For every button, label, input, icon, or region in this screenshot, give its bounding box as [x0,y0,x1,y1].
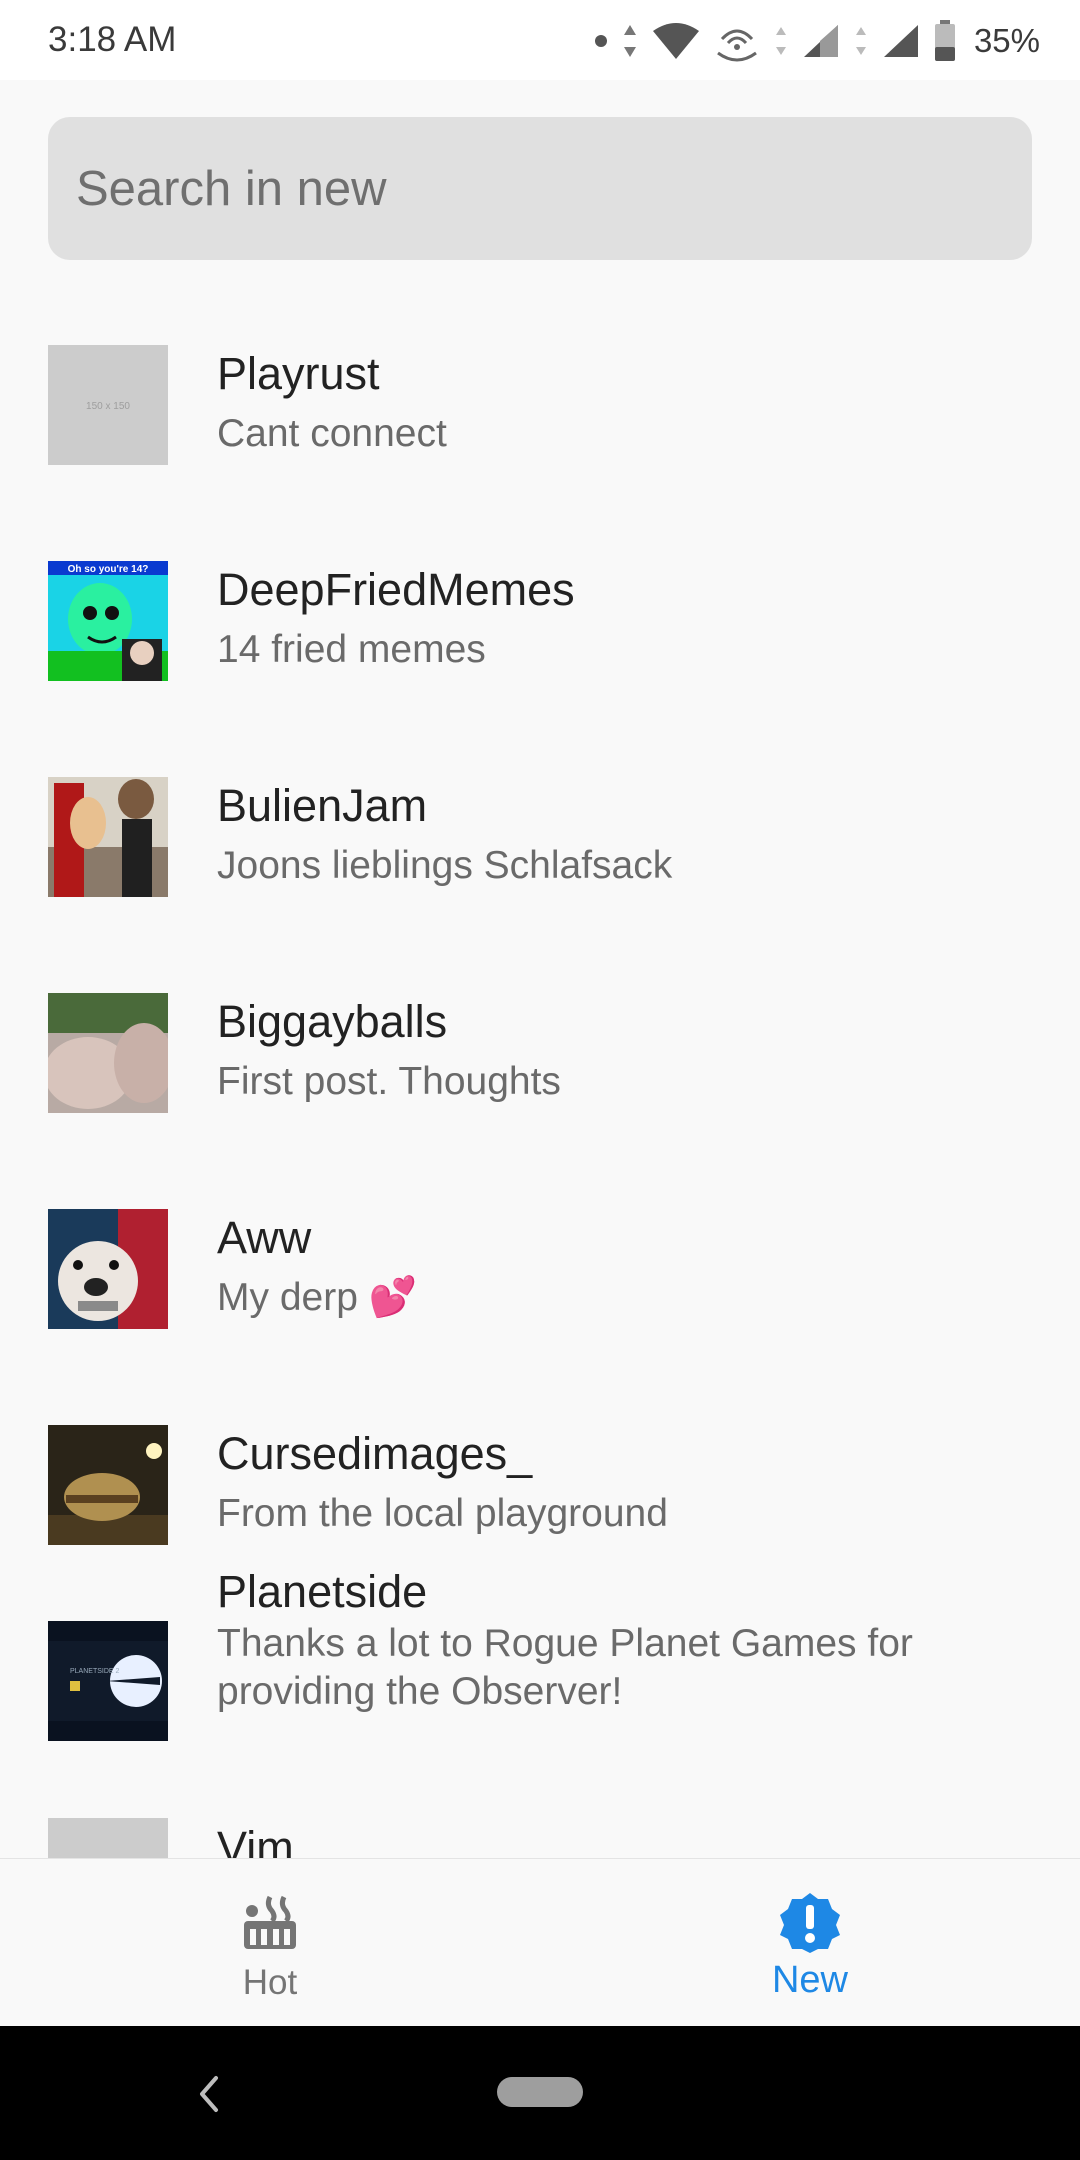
thumbnail-placeholder-label: 150 x 150 [86,401,130,412]
list-item[interactable]: 150 x 150 Playrust Cant connect [0,260,1080,476]
signal-icon [803,25,838,57]
list-item[interactable]: PLANETSIDE 2 Planetside Thanks a lot to … [0,1540,1080,1741]
item-subtitle: First post. Thoughts [217,1060,561,1103]
subreddit-list[interactable]: 150 x 150 Playrust Cant connect Oh so yo… [0,260,1080,1860]
hotspot-icon [717,29,757,62]
item-title: Cursedimages_ [217,1428,533,1479]
item-subtitle: 14 fried memes [217,628,486,671]
nav-hot-label: Hot [242,1963,298,2002]
data-arrows-icon [623,25,636,57]
search-box[interactable] [48,117,1032,260]
item-subtitle: From the local playground [217,1492,668,1535]
item-title: Aww [217,1212,312,1263]
thumbnail-image [48,1425,168,1545]
hot-icon [244,1895,296,1949]
nav-new-label: New [771,1959,849,2001]
signal-icon [883,25,918,57]
wifi-icon [652,23,699,59]
thumbnail-caption: PLANETSIDE 2 [70,1668,120,1675]
list-item[interactable]: Aww My derp 💕 [0,1124,1080,1340]
bottom-navigation: Hot New [0,1858,1080,2027]
nav-hot[interactable]: Hot [0,1859,540,2027]
list-item[interactable]: Oh so you're 14? DeepFriedMemes 14 fried… [0,476,1080,692]
item-title: Biggayballs [217,996,448,1047]
status-time: 3:18 AM [48,20,177,59]
thumbnail-image [48,993,168,1113]
data-arrows-icon [855,27,866,55]
dot-icon [594,35,607,47]
thumbnail-image [48,777,168,897]
item-title: Planetside [217,1566,428,1617]
item-title: Playrust [217,348,380,399]
thumbnail-image [48,1209,168,1329]
home-button[interactable] [497,2077,583,2107]
thumbnail-placeholder [48,1818,168,1860]
battery-icon [934,20,955,61]
battery-percentage: 35% [973,22,1040,59]
search-input[interactable] [76,117,996,260]
new-badge-icon [780,1893,840,1953]
item-subtitle: Joons lieblings Schlafsack [217,844,673,887]
item-subtitle: My derp 💕 [217,1276,418,1319]
item-title: Vim [217,1822,294,1860]
nav-new[interactable]: New [540,1859,1080,2027]
data-arrows-icon [775,27,786,55]
list-item[interactable]: Vim [0,1736,1080,1860]
list-item[interactable]: Biggayballs First post. Thoughts [0,908,1080,1124]
status-bar: 3:18 AM 35% [0,0,1080,80]
thumbnail-placeholder: 150 x 150 [48,345,168,465]
item-subtitle: Cant connect [217,412,447,455]
list-item[interactable]: BulienJam Joons lieblings Schlafsack [0,692,1080,908]
list-item[interactable]: Cursedimages_ From the local playground [0,1340,1080,1545]
back-icon[interactable] [192,2070,224,2118]
thumbnail-image: PLANETSIDE 2 [48,1621,168,1741]
item-title: DeepFriedMemes [217,564,575,615]
status-icons: 35% [594,16,1040,66]
thumbnail-image: Oh so you're 14? [48,561,168,681]
item-subtitle: Thanks a lot to Rogue Planet Games for p… [217,1622,913,1713]
system-navigation-bar [0,2026,1080,2160]
item-title: BulienJam [217,780,428,831]
thumbnail-caption: Oh so you're 14? [68,564,149,575]
